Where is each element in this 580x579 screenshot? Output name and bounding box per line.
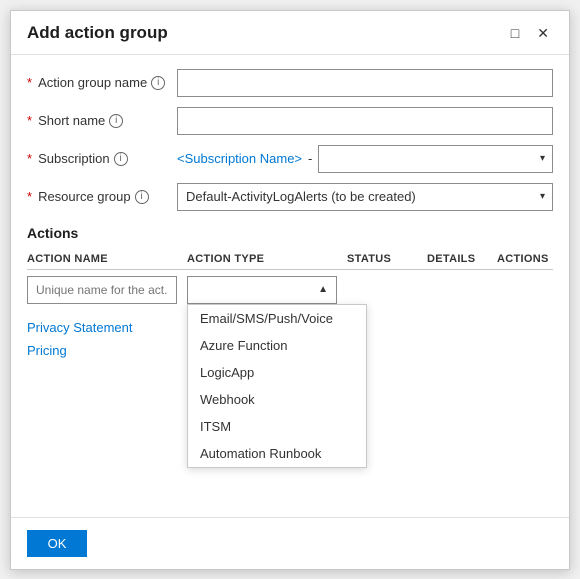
dropdown-item-webhook[interactable]: Webhook xyxy=(188,386,366,413)
col-action-name: ACTION NAME xyxy=(27,253,187,265)
dialog-title: Add action group xyxy=(27,23,168,43)
resource-group-row: * Resource group i Default-ActivityLogAl… xyxy=(27,183,553,211)
action-group-name-input[interactable] xyxy=(177,69,553,97)
header-icons: □ ✕ xyxy=(507,23,553,44)
action-type-chevron-icon: ▲ xyxy=(318,284,328,295)
add-action-group-dialog: Add action group □ ✕ * Action group name… xyxy=(10,10,570,570)
dialog-header: Add action group □ ✕ xyxy=(11,11,569,55)
actions-table-header: ACTION NAME ACTION TYPE STATUS DETAILS A… xyxy=(27,249,553,270)
dropdown-item-email[interactable]: Email/SMS/Push/Voice xyxy=(188,305,366,332)
subscription-label: * Subscription i xyxy=(27,151,177,166)
resource-group-info-icon: i xyxy=(135,190,149,204)
subscription-select-wrapper: ▾ xyxy=(318,145,553,173)
action-group-name-row: * Action group name i xyxy=(27,69,553,97)
subscription-separator: - xyxy=(308,151,312,166)
short-name-info-icon: i xyxy=(109,114,123,128)
col-action-type: ACTION TYPE xyxy=(187,253,347,265)
action-type-dropdown-menu: Email/SMS/Push/Voice Azure Function Logi… xyxy=(187,304,367,468)
action-group-name-info-icon: i xyxy=(151,76,165,90)
ok-button[interactable]: OK xyxy=(27,530,87,557)
required-star: * xyxy=(27,75,32,90)
dropdown-item-azure-function[interactable]: Azure Function xyxy=(188,332,366,359)
action-type-dropdown: ▲ Email/SMS/Push/Voice Azure Function Lo… xyxy=(187,276,337,304)
actions-section-title: Actions xyxy=(27,225,553,241)
short-name-row: * Short name i xyxy=(27,107,553,135)
resource-group-select-wrapper: Default-ActivityLogAlerts (to be created… xyxy=(177,183,553,211)
dropdown-item-logicapp[interactable]: LogicApp xyxy=(188,359,366,386)
close-icon[interactable]: ✕ xyxy=(533,23,553,44)
action-type-field[interactable]: ▲ xyxy=(187,276,337,304)
col-actions: ACTIONS xyxy=(497,253,567,265)
dropdown-item-automation-runbook[interactable]: Automation Runbook xyxy=(188,440,366,467)
dialog-footer: OK xyxy=(11,517,569,569)
action-type-cell: ▲ Email/SMS/Push/Voice Azure Function Lo… xyxy=(187,276,347,304)
dialog-body: * Action group name i * Short name i * S… xyxy=(11,55,569,372)
subscription-select[interactable] xyxy=(318,145,553,173)
short-name-label: * Short name i xyxy=(27,113,177,128)
required-star-4: * xyxy=(27,189,32,204)
subscription-info-icon: i xyxy=(114,152,128,166)
subscription-row: * Subscription i <Subscription Name> - ▾ xyxy=(27,145,553,173)
table-row: ▲ Email/SMS/Push/Voice Azure Function Lo… xyxy=(27,276,553,304)
maximize-icon[interactable]: □ xyxy=(507,23,523,43)
required-star-3: * xyxy=(27,151,32,166)
action-name-cell xyxy=(27,276,187,304)
action-group-name-label: * Action group name i xyxy=(27,75,177,90)
subscription-name: <Subscription Name> xyxy=(177,151,302,166)
subscription-control: <Subscription Name> - ▾ xyxy=(177,145,553,173)
resource-group-label: * Resource group i xyxy=(27,189,177,204)
required-star-2: * xyxy=(27,113,32,128)
col-status: STATUS xyxy=(347,253,427,265)
col-details: DETAILS xyxy=(427,253,497,265)
short-name-input[interactable] xyxy=(177,107,553,135)
resource-group-select[interactable]: Default-ActivityLogAlerts (to be created… xyxy=(177,183,553,211)
action-name-input[interactable] xyxy=(27,276,177,304)
dropdown-item-itsm[interactable]: ITSM xyxy=(188,413,366,440)
resource-group-text: Resource group xyxy=(38,189,131,204)
